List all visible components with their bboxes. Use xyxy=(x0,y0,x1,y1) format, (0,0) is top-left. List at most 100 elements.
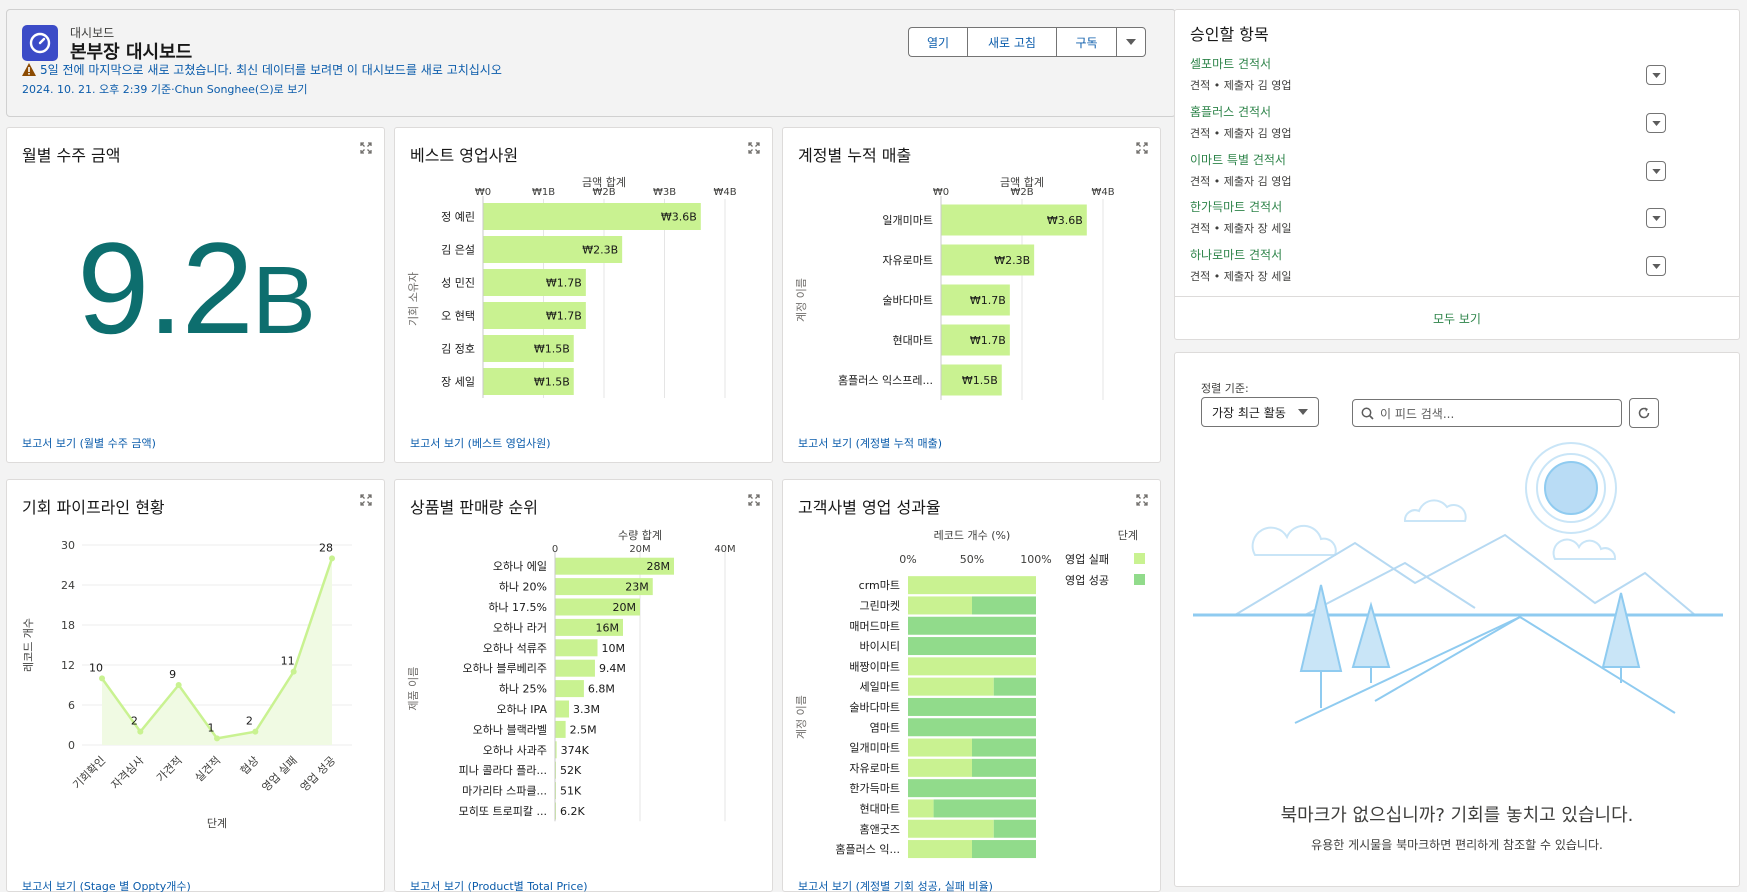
data-point xyxy=(137,728,144,735)
expand-icon[interactable] xyxy=(360,494,372,506)
category-label: 오하나 블루베리주 xyxy=(463,661,547,675)
category-label: 오하나 IPA xyxy=(496,702,547,716)
data-label: 51K xyxy=(560,785,582,798)
y-axis-title: 계정 이름 xyxy=(795,695,808,739)
category-label: 모히또 트로피칼 ... xyxy=(459,804,547,818)
approval-item-link[interactable]: 홈플러스 견적서 xyxy=(1190,103,1666,120)
report-link[interactable]: 보고서 보기 (베스트 영업사원) xyxy=(410,435,551,451)
warning-icon xyxy=(22,63,36,76)
widget-monthly-revenue: 월별 수주 금액 9.2B 보고서 보기 (월별 수주 금액) xyxy=(6,127,385,463)
report-link[interactable]: 보고서 보기 (Product별 Total Price) xyxy=(410,878,588,892)
y-axis-title: 레코드 개수 xyxy=(22,618,35,672)
x-tick-label: ₩1B xyxy=(532,187,555,198)
x-tick-label: 영업 성공 xyxy=(298,754,338,794)
category-label: 자유로마트 xyxy=(882,254,933,267)
x-tick-label: 가견적 xyxy=(154,754,185,785)
bar-segment xyxy=(908,576,1036,595)
data-point xyxy=(329,555,335,562)
legend-swatch xyxy=(1134,553,1145,564)
x-tick-label: ₩2B xyxy=(1010,187,1033,198)
category-label: 일개미마트 xyxy=(849,741,900,755)
warning-text: 5일 전에 마지막으로 새로 고쳤습니다. 최신 데이터를 보려면 이 대시보드… xyxy=(40,63,502,77)
empty-state-title: 북마크가 없으십니까? 기회를 놓치고 있습니다. xyxy=(1280,805,1634,826)
bar-segment xyxy=(908,637,1036,656)
expand-icon[interactable] xyxy=(360,142,372,154)
category-label: 하나 20% xyxy=(499,580,547,594)
category-label: 한가득마트 xyxy=(849,782,900,795)
view-all-link[interactable]: 모두 보기 xyxy=(1175,310,1739,327)
category-label: 마가리타 스파클... xyxy=(462,785,547,798)
legend-swatch xyxy=(1134,574,1145,585)
x-tick-label: ₩3B xyxy=(653,187,676,198)
approval-item-menu-button[interactable] xyxy=(1646,256,1666,276)
data-label: ₩2.3B xyxy=(582,244,618,257)
report-link[interactable]: 보고서 보기 (월별 수주 금액) xyxy=(22,435,156,451)
bar xyxy=(555,680,584,698)
expand-icon[interactable] xyxy=(1136,142,1148,154)
approval-item-link[interactable]: 셀포마트 견적서 xyxy=(1190,55,1666,72)
chevron-down-icon xyxy=(1651,72,1661,78)
report-link[interactable]: 보고서 보기 (계정별 기회 성공, 실패 비율) xyxy=(798,878,993,892)
approval-item-link[interactable]: 이마트 특별 견적서 xyxy=(1190,151,1666,168)
approval-item-menu-button[interactable] xyxy=(1646,65,1666,85)
bar-segment xyxy=(908,677,994,696)
approval-item-link[interactable]: 한가득마트 견적서 xyxy=(1190,198,1666,215)
feed-search-input[interactable]: 이 피드 검색... xyxy=(1352,399,1622,427)
bar-segment xyxy=(908,697,1036,716)
category-label: 현대마트 xyxy=(893,334,933,347)
as-of-link[interactable]: 2024. 10. 21. 오후 2:39 기준·Chun Songhee(으)… xyxy=(22,81,307,97)
data-label: 9 xyxy=(169,668,176,681)
widget-title: 계정별 누적 매출 xyxy=(798,146,912,165)
refresh-icon xyxy=(1638,407,1650,419)
data-label: ₩1.7B xyxy=(546,310,582,323)
x-axis-title: 단계 xyxy=(207,817,227,830)
y-tick-label: 12 xyxy=(61,659,75,672)
category-label: 세일마트 xyxy=(860,680,900,694)
data-label: 16M xyxy=(596,621,620,634)
data-label: 6.8M xyxy=(588,683,615,696)
bar-segment xyxy=(908,840,972,859)
refresh-button[interactable]: 새로 고침 xyxy=(967,27,1056,57)
data-point xyxy=(99,675,105,682)
bar-segment xyxy=(908,718,1036,737)
approval-item-link[interactable]: 하나로마트 견적서 xyxy=(1190,246,1666,263)
expand-icon[interactable] xyxy=(748,494,760,506)
bar-segment xyxy=(908,758,972,777)
expand-icon[interactable] xyxy=(1136,494,1148,506)
account-revenue-chart: 금액 합계₩0 ₩2B ₩4B계정 이름일개미마트 ₩3.6B자유로마트 ₩2.3B술바… xyxy=(795,176,1115,400)
approval-item-meta: 견적 • 제출자 장 세일 xyxy=(1190,270,1292,283)
y-tick-label: 6 xyxy=(68,699,75,712)
approval-item-menu-button[interactable] xyxy=(1646,113,1666,133)
bar-segment xyxy=(933,799,1036,818)
y-tick-label: 24 xyxy=(61,579,75,592)
report-link[interactable]: 보고서 보기 (계정별 누적 매출) xyxy=(798,435,942,451)
approval-item: 하나로마트 견적서 견적 • 제출자 장 세일 xyxy=(1190,246,1666,284)
data-label: ₩3.6B xyxy=(1047,214,1083,227)
category-label: 바이시티 xyxy=(860,640,900,653)
more-actions-button[interactable] xyxy=(1116,27,1146,57)
category-label: 오 현택 xyxy=(441,310,475,323)
x-tick-label: 영업 실패 xyxy=(259,754,299,794)
legend-title: 단계 xyxy=(1118,529,1138,542)
category-label: 술바다마트 xyxy=(849,701,900,714)
y-tick-label: 0 xyxy=(68,739,75,752)
sort-select[interactable]: 가장 최근 활동 xyxy=(1201,397,1319,427)
dashboard-icon xyxy=(22,25,58,61)
expand-icon[interactable] xyxy=(748,142,760,154)
data-point xyxy=(290,668,297,675)
approval-item-menu-button[interactable] xyxy=(1646,161,1666,181)
x-axis-title: 레코드 개수 (%) xyxy=(934,529,1011,542)
widget-title: 고객사별 영업 성과율 xyxy=(798,498,941,517)
report-link[interactable]: 보고서 보기 (Stage 별 Oppty개수) xyxy=(22,878,191,892)
data-label: 28M xyxy=(647,560,671,573)
bar xyxy=(555,720,566,738)
open-button[interactable]: 열기 xyxy=(908,27,967,57)
feed-refresh-button[interactable] xyxy=(1629,398,1659,428)
category-label: 정 예린 xyxy=(441,211,475,224)
search-icon xyxy=(1361,407,1374,420)
subscribe-button[interactable]: 구독 xyxy=(1056,27,1116,57)
data-label: 6.2K xyxy=(560,805,585,818)
category-label: 일개미마트 xyxy=(882,213,933,227)
approval-item-menu-button[interactable] xyxy=(1646,208,1666,228)
sort-label: 정렬 기준: xyxy=(1201,382,1249,395)
